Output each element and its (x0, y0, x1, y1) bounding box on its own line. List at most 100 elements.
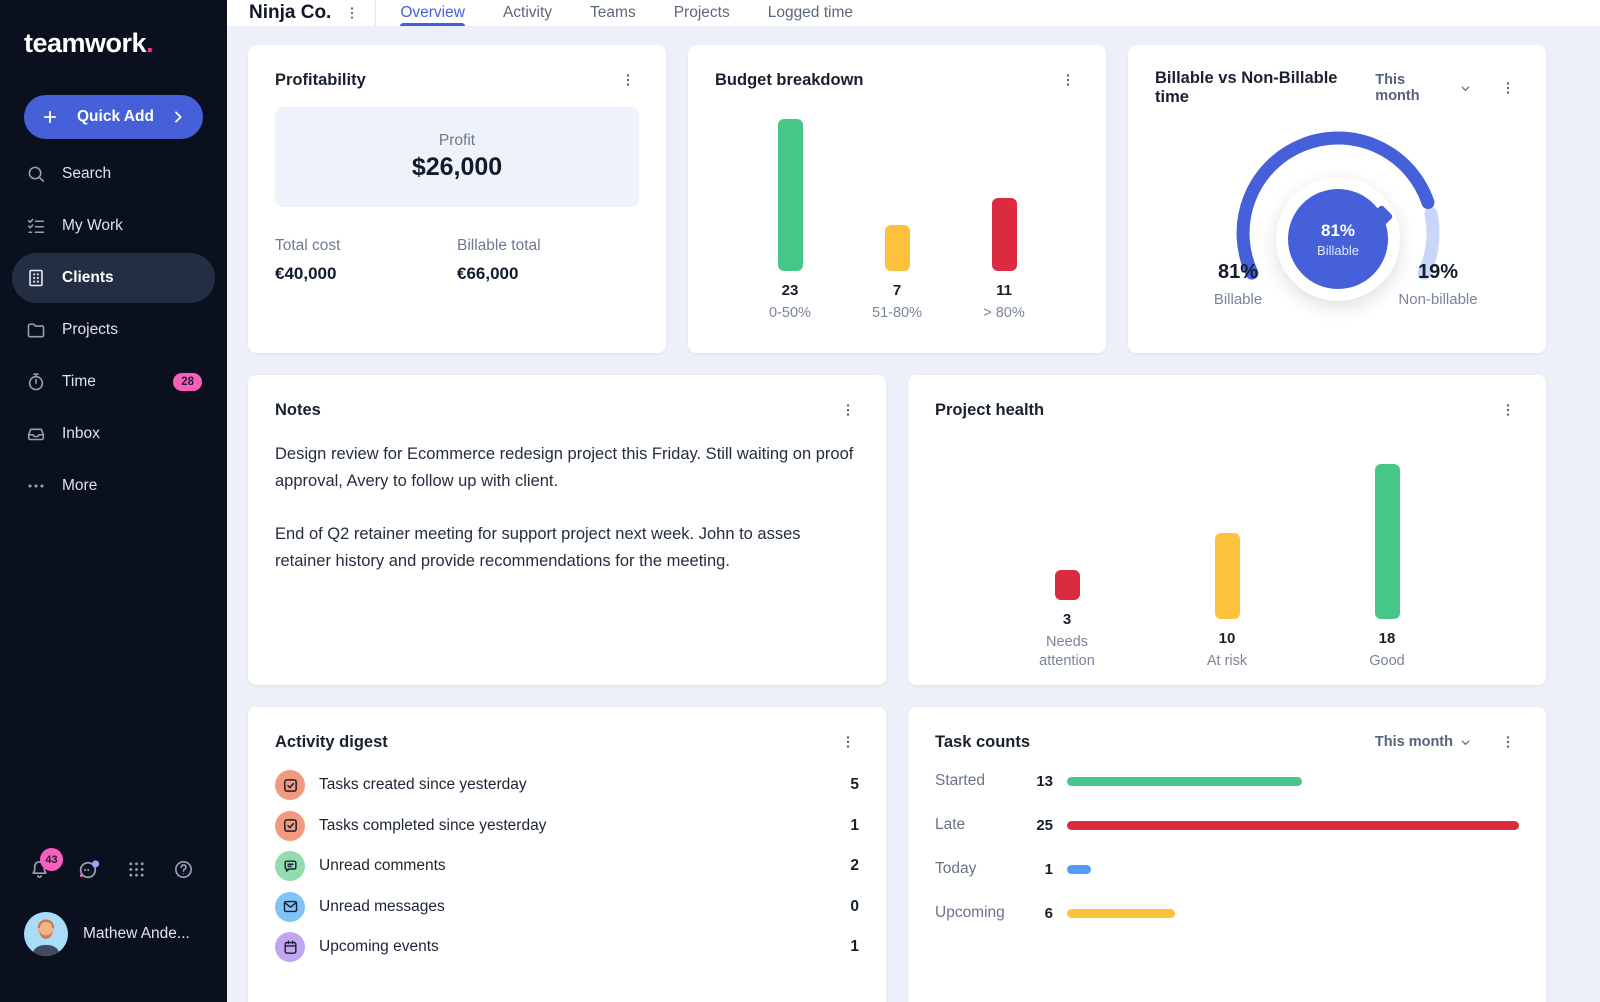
digest-label: Tasks completed since yesterday (319, 817, 546, 835)
task-count-row: Started13 (935, 771, 1519, 791)
note-paragraph: End of Q2 retainer meeting for support p… (275, 521, 859, 574)
sidebar-item-time[interactable]: Time 28 (12, 357, 215, 407)
sidebar-item-label: My Work (62, 217, 123, 235)
user-profile[interactable]: Mathew Ande... (0, 912, 227, 1002)
chevron-down-icon (1460, 737, 1471, 748)
note-paragraph: Design review for Ecommerce redesign pro… (275, 441, 859, 494)
quick-add-button[interactable]: Quick Add (24, 95, 203, 139)
bar-category-label: Needs attention (1021, 633, 1113, 671)
bar-value: 7 (893, 282, 901, 299)
card-title: Project health (935, 401, 1044, 420)
dashboard-grid: Profitability Profit $26,000 Total cost … (248, 45, 1546, 1002)
teamwork-logo: teamwork. (24, 28, 227, 59)
card-menu-button[interactable] (1497, 399, 1519, 421)
main-area: Ninja Co. Overview Activity Teams Projec… (227, 0, 1600, 1002)
task-bar-Late (1067, 821, 1519, 830)
billable-side-stat: 81% Billable (1183, 261, 1293, 308)
task-counts-card: Task counts This month Started13 Late25 To… (908, 707, 1546, 1002)
quick-add-label: Quick Add (77, 108, 154, 126)
apps-grid-icon[interactable] (126, 859, 147, 880)
gauge-center-label: Billable (1317, 243, 1359, 258)
billable-percent: 81% (1183, 261, 1293, 284)
comment-icon (275, 851, 305, 881)
tab-projects[interactable]: Projects (674, 0, 730, 26)
sidebar-nav: Search My Work Clients Projects Time 2 (0, 147, 227, 513)
profitability-card: Profitability Profit $26,000 Total cost … (248, 45, 666, 353)
profit-summary: Profit $26,000 (275, 107, 639, 207)
projects-icon (25, 319, 47, 341)
message-icon (275, 892, 305, 922)
sidebar-item-label: Projects (62, 321, 118, 339)
tab-overview[interactable]: Overview (400, 0, 465, 26)
card-menu-button[interactable] (1497, 731, 1519, 753)
digest-row-unread-messages: Unread messages 0 (275, 887, 859, 928)
tab-teams[interactable]: Teams (590, 0, 636, 26)
sidebar-item-inbox[interactable]: Inbox (12, 409, 215, 459)
digest-count: 0 (850, 898, 859, 916)
card-menu-button[interactable] (1497, 77, 1519, 99)
digest-count: 1 (850, 817, 859, 835)
support-chat-icon[interactable] (76, 857, 101, 882)
billable-gauge-chart: 81% Billable 19% Non-billable 81% Billab… (1155, 111, 1519, 353)
card-menu-button[interactable] (1057, 69, 1079, 91)
card-title: Billable vs Non-Billable time (1155, 69, 1375, 107)
metric-label: Billable total (457, 237, 639, 255)
task-counts-chart: Started13Late25Today1Upcoming6 (935, 771, 1519, 923)
sidebar-item-clients[interactable]: Clients (12, 253, 215, 303)
sidebar-item-more[interactable]: More (12, 461, 215, 511)
task-bar-Today (1067, 865, 1091, 874)
bar-column: 230-50% (737, 119, 844, 323)
bar-value: 18 (1379, 630, 1396, 647)
digest-label: Unread comments (319, 857, 446, 875)
bar-column: 10At risk (1147, 464, 1307, 671)
task-row-label: Started (935, 772, 1025, 790)
task-count-row: Late25 (935, 815, 1519, 835)
notifications-bell-icon[interactable]: 43 (28, 858, 51, 881)
card-menu-button[interactable] (837, 731, 859, 753)
client-menu-button[interactable] (341, 2, 363, 24)
card-menu-button[interactable] (617, 69, 639, 91)
bar-value: 3 (1063, 611, 1071, 628)
digest-row-unread-comments: Unread comments 2 (275, 846, 859, 887)
sidebar-item-my-work[interactable]: My Work (12, 201, 215, 251)
bar-> 80% (992, 198, 1017, 271)
gauge-center-value: 81% (1321, 221, 1355, 241)
card-title: Task counts (935, 733, 1030, 752)
bar-value: 11 (996, 282, 1012, 299)
project-health-card: Project health 3 Needs attention 10At risk… (908, 375, 1546, 685)
bar-Good (1375, 464, 1400, 619)
metric-label: Total cost (275, 237, 457, 255)
sidebar: teamwork. Quick Add Search My Work C (0, 0, 227, 1002)
bar-value: 23 (782, 282, 799, 299)
notes-body: Design review for Ecommerce redesign pro… (275, 441, 859, 575)
card-title: Notes (275, 401, 321, 420)
budget-breakdown-card: Budget breakdown 230-50%751-80%11> 80% (688, 45, 1106, 353)
bar-Needs attention (1055, 570, 1080, 600)
gauge-center-bubble: 81% Billable (1276, 177, 1400, 301)
sidebar-item-search[interactable]: Search (12, 149, 215, 199)
task-bar-Started (1067, 777, 1302, 786)
help-icon[interactable] (172, 858, 195, 881)
plus-icon (41, 108, 59, 126)
tab-activity[interactable]: Activity (503, 0, 552, 26)
budget-breakdown-chart: 230-50%751-80%11> 80% (715, 119, 1079, 323)
bar-category-label: Good (1369, 652, 1404, 671)
sidebar-item-label: Search (62, 165, 111, 183)
period-selector[interactable]: This month (1375, 72, 1471, 104)
activity-digest-list: Tasks created since yesterday 5 Tasks co… (275, 765, 859, 968)
period-selector[interactable]: This month (1375, 734, 1471, 750)
clients-icon (25, 267, 47, 289)
non-billable-label: Non-billable (1383, 291, 1493, 308)
avatar (24, 912, 68, 956)
tab-logged-time[interactable]: Logged time (768, 0, 853, 26)
sidebar-item-projects[interactable]: Projects (12, 305, 215, 355)
card-menu-button[interactable] (837, 399, 859, 421)
bar-0-50% (778, 119, 803, 271)
digest-count: 2 (850, 857, 859, 875)
task-bar-track (1067, 777, 1519, 786)
task-row-value: 6 (1025, 905, 1053, 922)
billable-total-metric: Billable total €66,000 (457, 237, 639, 284)
notifications-badge: 43 (40, 848, 63, 871)
task-count-row: Today1 (935, 859, 1519, 879)
logo-dot: . (146, 28, 153, 58)
